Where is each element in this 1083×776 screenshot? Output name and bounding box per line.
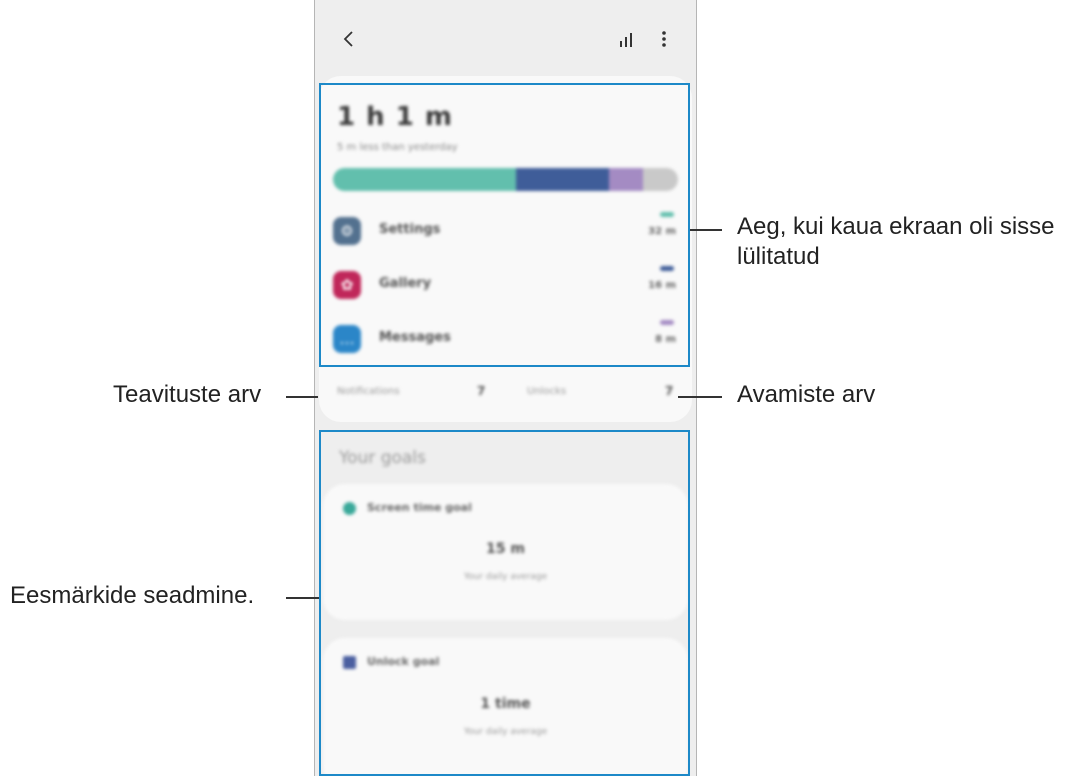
stats-button[interactable] — [617, 26, 639, 52]
screen-time-callout-line2: lülitatud — [737, 243, 820, 270]
unlocks-callout: Avamiste arv — [737, 381, 876, 408]
chevron-left-icon — [343, 31, 353, 47]
goals-callout-line — [286, 597, 319, 599]
goals-highlight — [319, 430, 690, 776]
notifications-callout: Teavituste arv — [113, 381, 262, 408]
back-button[interactable] — [337, 26, 361, 52]
more-options-button[interactable] — [655, 26, 673, 52]
counts-row: Notifications 7 Unlocks 7 — [315, 378, 696, 410]
unlocks-label: Unlocks — [527, 386, 567, 397]
notifications-count: 7 — [477, 384, 486, 398]
screen-time-highlight — [319, 83, 690, 367]
notifications-callout-line — [286, 396, 318, 398]
unlocks-count: 7 — [665, 384, 674, 398]
more-vertical-icon — [662, 31, 666, 47]
goals-callout: Eesmärkide seadmine. — [10, 582, 255, 609]
bar-chart-icon — [620, 33, 632, 47]
notifications-label: Notifications — [337, 386, 400, 397]
screen-time-callout-line1: Aeg, kui kaua ekraan oli sisse — [737, 213, 1055, 240]
screen-time-callout: Aeg, kui kaua ekraan oli sisse lülitatud — [737, 212, 1055, 272]
app-bar — [315, 0, 696, 76]
unlocks-callout-line — [678, 396, 722, 398]
screen-time-callout-line — [690, 229, 722, 231]
